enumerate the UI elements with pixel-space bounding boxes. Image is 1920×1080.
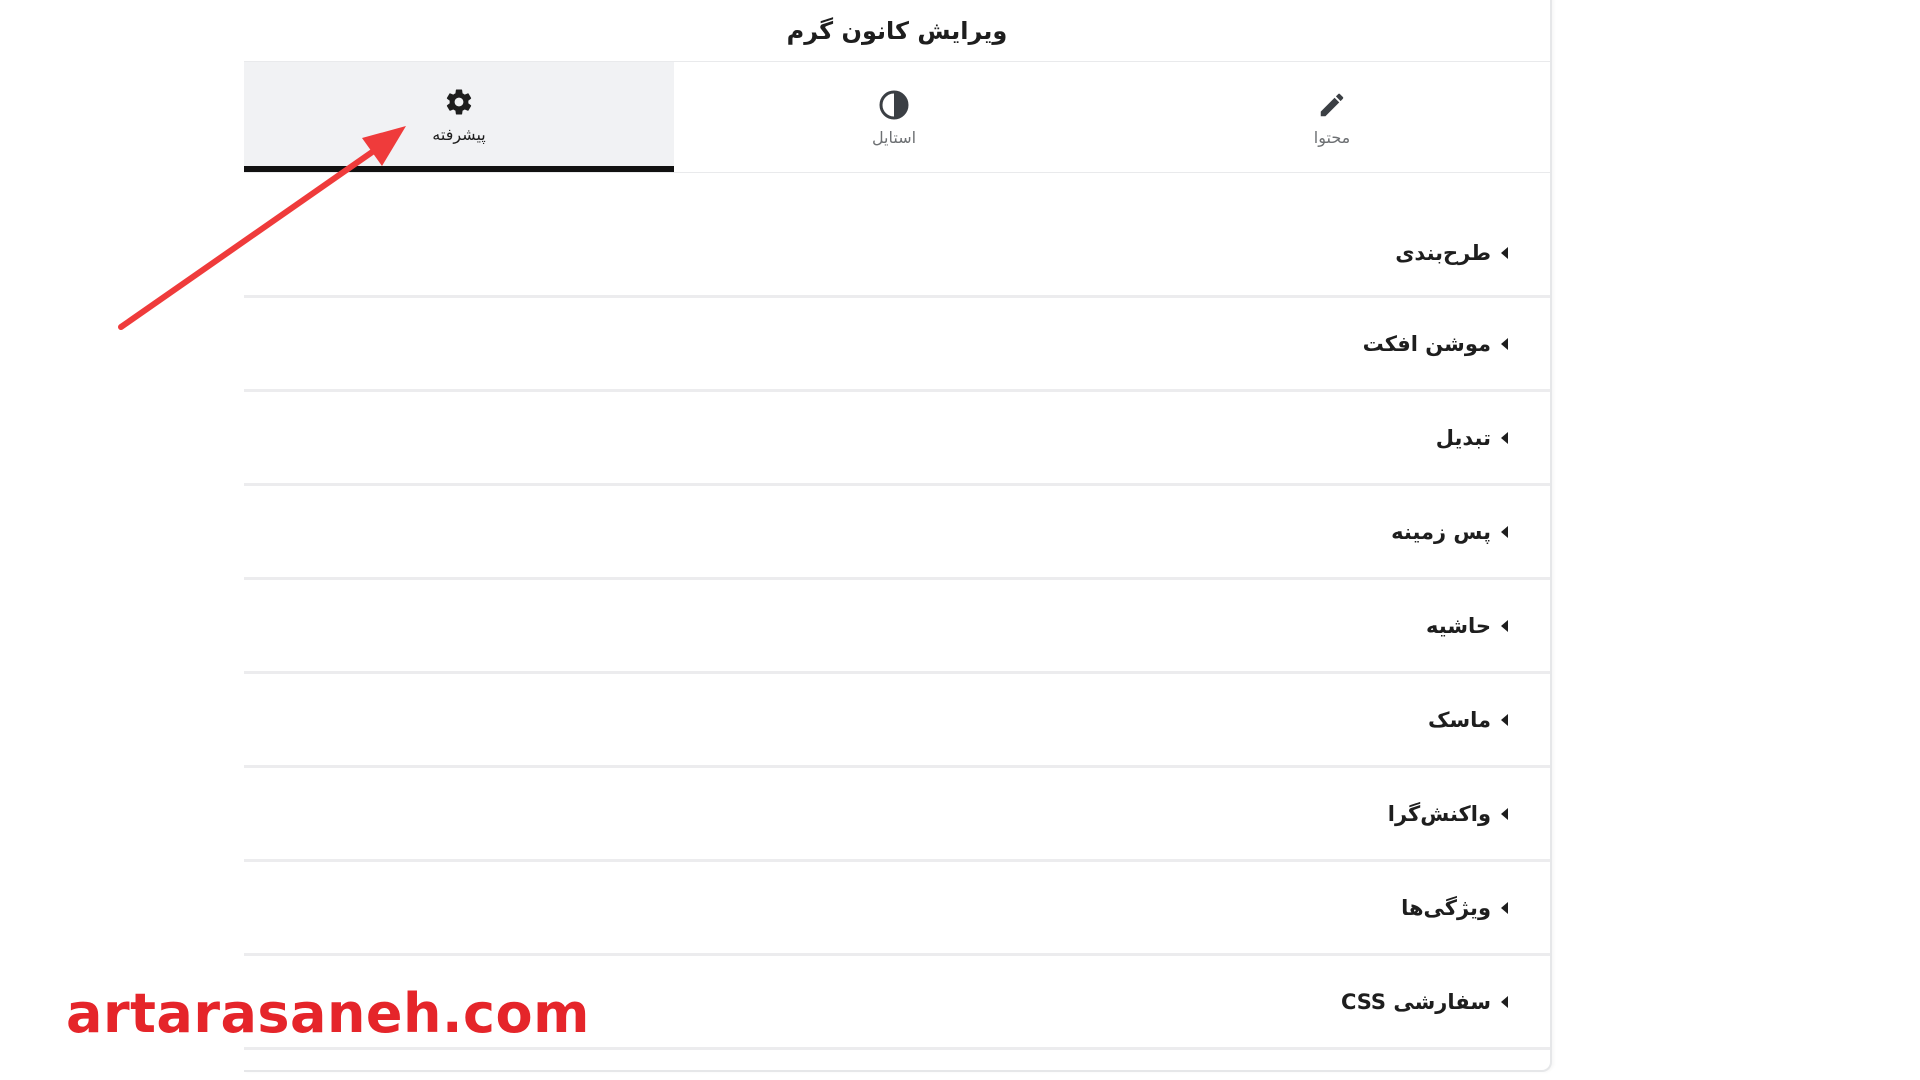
section-label: موشن افکت [1362, 331, 1491, 356]
panel-header: ویرایش کانون گرم [244, 0, 1550, 62]
section-label: حاشیه [1426, 613, 1491, 638]
caret-left-icon [1501, 431, 1508, 444]
section-background[interactable]: پس زمینه [244, 486, 1550, 580]
caret-left-icon [1501, 337, 1508, 350]
panel-title: ویرایش کانون گرم [786, 16, 1008, 45]
tab-advanced[interactable]: پیشرفته [244, 62, 674, 172]
section-label: ویژگی‌ها [1401, 895, 1491, 920]
tab-content-label: محتوا [1313, 127, 1351, 147]
section-motion-effects[interactable]: موشن افکت [244, 298, 1550, 392]
tab-advanced-label: پیشرفته [432, 124, 486, 144]
panel-tabs: پیشرفته استایل محتوا [244, 62, 1550, 173]
pencil-icon [1317, 88, 1347, 122]
half-circle-icon [878, 88, 910, 122]
screen: ویرایش کانون گرم پیشرفته استایل محتوا طر… [0, 0, 1920, 1080]
caret-left-icon [1501, 619, 1508, 632]
section-transform[interactable]: تبدیل [244, 392, 1550, 486]
section-label: تبدیل [1435, 425, 1491, 450]
tab-style-label: استایل [871, 127, 917, 147]
section-attributes[interactable]: ویژگی‌ها [244, 862, 1550, 956]
gear-icon [444, 85, 474, 119]
section-label: واکنش‌گرا [1387, 801, 1491, 826]
section-layout[interactable]: طرح‌بندی [244, 210, 1550, 298]
section-border[interactable]: حاشیه [244, 580, 1550, 674]
section-list: طرح‌بندی موشن افکت تبدیل پس زمینه [244, 210, 1550, 1050]
section-mask[interactable]: ماسک [244, 674, 1550, 768]
caret-left-icon [1501, 246, 1508, 259]
section-label: طرح‌بندی [1395, 240, 1491, 265]
caret-left-icon [1501, 901, 1508, 914]
tab-content[interactable]: محتوا [1114, 62, 1550, 172]
section-label: CSS سفارشی [1340, 989, 1491, 1014]
editor-panel: ویرایش کانون گرم پیشرفته استایل محتوا طر… [244, 0, 1552, 1072]
caret-left-icon [1501, 525, 1508, 538]
section-label: ماسک [1427, 707, 1491, 732]
section-responsive[interactable]: واکنش‌گرا [244, 768, 1550, 862]
caret-left-icon [1501, 713, 1508, 726]
caret-left-icon [1501, 807, 1508, 820]
tab-style[interactable]: استایل [674, 62, 1114, 172]
section-label: پس زمینه [1391, 519, 1491, 544]
watermark: artarasaneh.com [66, 982, 590, 1045]
caret-left-icon [1501, 995, 1508, 1008]
